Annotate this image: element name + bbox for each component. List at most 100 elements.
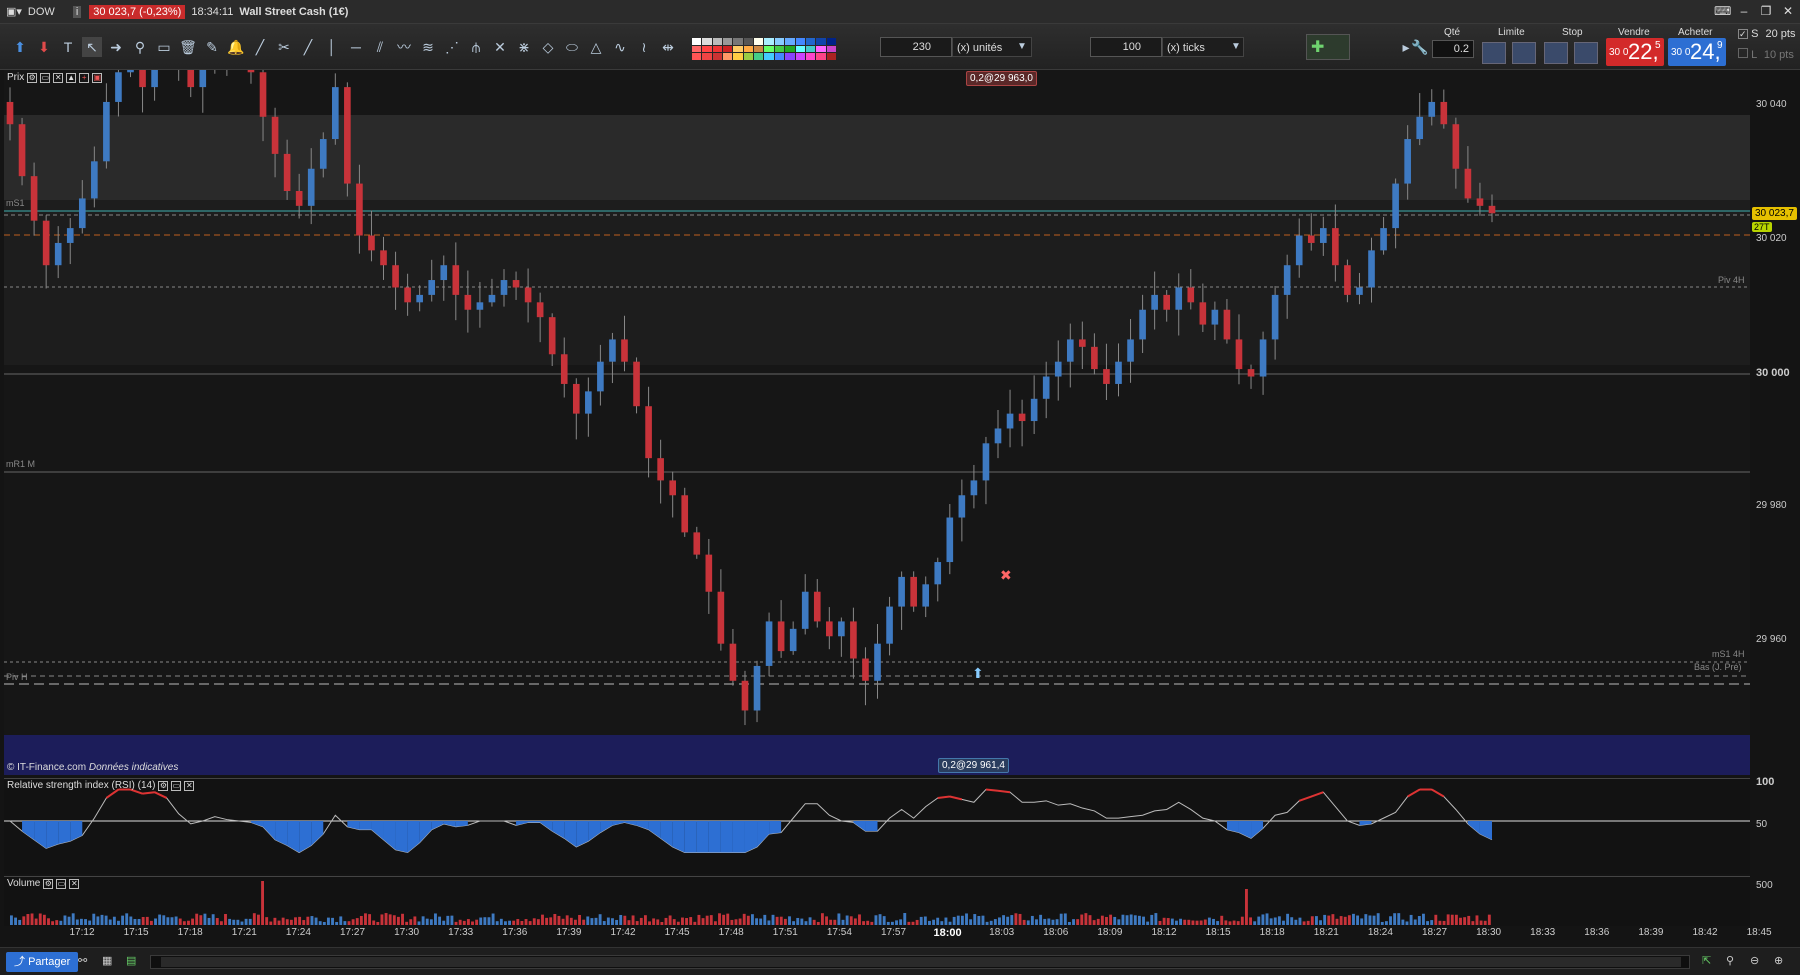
chevron-down-icon[interactable]: ▼ [1012,37,1032,57]
horizontal-line-icon[interactable]: ─ [346,37,366,57]
order-tag-bottom[interactable]: 0,2@29 961,4 [938,758,1009,773]
palette-swatch[interactable] [712,53,723,60]
rectangle-icon[interactable]: ▭ [154,37,174,57]
palette-swatch[interactable] [712,45,723,53]
restore-icon[interactable]: ❐ [1758,3,1774,19]
palette-swatch[interactable] [764,38,774,45]
palette-swatch[interactable] [702,38,712,45]
palette-swatch[interactable] [774,53,785,60]
line-icon[interactable]: ╱ [250,37,270,57]
units-input[interactable]: 230 [880,37,952,57]
trash-icon[interactable]: 🗑 [178,37,198,57]
wave2-icon[interactable]: ≀ [634,37,654,57]
color-palette[interactable] [692,38,836,60]
s-value[interactable]: 20 [1765,28,1777,40]
price-chart[interactable]: ✖ ⬆ [4,17,1750,775]
palette-swatch[interactable] [692,53,702,60]
buy-button[interactable]: 30 0 24, 9 [1668,38,1726,66]
vertical-line-icon[interactable]: │ [322,37,342,57]
symbol-label[interactable]: DOW [28,6,55,18]
pitchfork-icon[interactable]: ⫛ [466,37,486,57]
palette-swatch[interactable] [805,45,816,53]
close-icon[interactable]: ✕ [69,878,80,889]
cursor-icon[interactable]: ↖ [82,37,102,57]
limit-buy-button[interactable] [1482,42,1506,64]
zigzag-icon[interactable]: 〰 [394,37,414,57]
gann-icon[interactable]: ⋇ [514,37,534,57]
cross-icon[interactable]: ✕ [490,37,510,57]
palette-swatch[interactable] [723,38,733,45]
close-icon[interactable]: ✕ [184,780,195,791]
limit-sell-button[interactable] [1512,42,1536,64]
palette-swatch[interactable] [754,38,764,45]
palette-swatch[interactable] [733,38,743,45]
trendline-icon[interactable]: ╱ [298,37,318,57]
palette-swatch[interactable] [816,53,826,60]
diamond-icon[interactable]: ◇ [538,37,558,57]
sell-button[interactable]: 30 0 22, 5 [1606,38,1664,66]
zoom-out-icon[interactable]: ⊖ [1750,954,1759,967]
measure-icon[interactable]: ⇹ [658,37,678,57]
palette-swatch[interactable] [785,38,795,45]
stop-sell-button[interactable] [1574,42,1598,64]
palette-swatch[interactable] [774,45,785,53]
palette-swatch[interactable] [733,53,743,60]
minimize-icon[interactable]: – [1736,3,1752,19]
palette-swatch[interactable] [743,38,754,45]
palette-swatch[interactable] [764,45,774,53]
fan-icon[interactable]: ⋰ [442,37,462,57]
keyboard-icon[interactable]: ⌨ [1714,3,1731,19]
zoom-in-icon[interactable]: ⊕ [1774,954,1783,967]
palette-swatch[interactable] [774,38,785,45]
wrench-icon[interactable]: 🔧 [1410,37,1430,57]
tools-icon[interactable]: ✂ [274,37,294,57]
export-icon[interactable]: ⇱ [1702,954,1711,967]
settings-icon[interactable]: ▣ [92,72,103,83]
palette-swatch[interactable] [785,45,795,53]
s-checkbox[interactable]: ✓ [1738,29,1748,39]
arrow-down-icon[interactable]: ⬇ [34,37,54,57]
l-checkbox[interactable] [1738,48,1748,58]
wave-icon[interactable]: ∿ [610,37,630,57]
window-icon[interactable]: ▭ [56,878,67,889]
chart-type-button[interactable]: ✚ [1306,34,1350,60]
ticks-input[interactable]: 100 [1090,37,1162,57]
stop-buy-button[interactable] [1544,42,1568,64]
palette-swatch[interactable] [795,38,805,45]
pencil-icon[interactable]: ✎ [202,37,222,57]
scroll-thumb[interactable] [161,957,1681,967]
window-menu-icon[interactable]: ▣▾ [6,5,22,18]
palette-swatch[interactable] [723,53,733,60]
chevron-down-icon[interactable]: ▼ [1226,37,1246,57]
arrow-right-icon[interactable]: ➜ [106,37,126,57]
palette-swatch[interactable] [795,53,805,60]
wrench-icon[interactable]: ⚙ [158,780,169,791]
order-tag-top[interactable]: 0,2@29 963,0 [966,71,1037,86]
palette-swatch[interactable] [826,45,836,53]
calculator-icon[interactable]: ▦ [102,954,112,967]
palette-swatch[interactable] [723,45,733,53]
ellipse-icon[interactable]: ⬭ [562,37,582,57]
palette-swatch[interactable] [754,45,764,53]
palette-swatch[interactable] [805,38,816,45]
chart-scrollbar[interactable] [150,955,1690,969]
wrench-icon[interactable]: ⚙ [43,878,54,889]
palette-swatch[interactable] [743,53,754,60]
palette-swatch[interactable] [754,53,764,60]
add-icon[interactable]: + [79,72,90,83]
volume-panel[interactable] [4,876,1750,926]
triangle-icon[interactable]: △ [586,37,606,57]
info-icon[interactable]: i [72,5,82,18]
fibonacci-icon[interactable]: ≋ [418,37,438,57]
close-icon[interactable]: ✕ [1780,3,1796,19]
text-tool-icon[interactable]: T [58,37,78,57]
arrow-up-icon[interactable]: ⬆ [10,37,30,57]
bell-icon[interactable]: 🔔 [226,37,246,57]
channel-icon[interactable]: ⫽ [370,37,390,57]
palette-swatch[interactable] [692,45,702,53]
palette-swatch[interactable] [733,45,743,53]
price-chart-canvas[interactable]: ✖⬆ [4,17,1750,775]
palette-swatch[interactable] [816,38,826,45]
bell-icon[interactable]: ▲ [66,72,77,83]
palette-swatch[interactable] [743,45,754,53]
